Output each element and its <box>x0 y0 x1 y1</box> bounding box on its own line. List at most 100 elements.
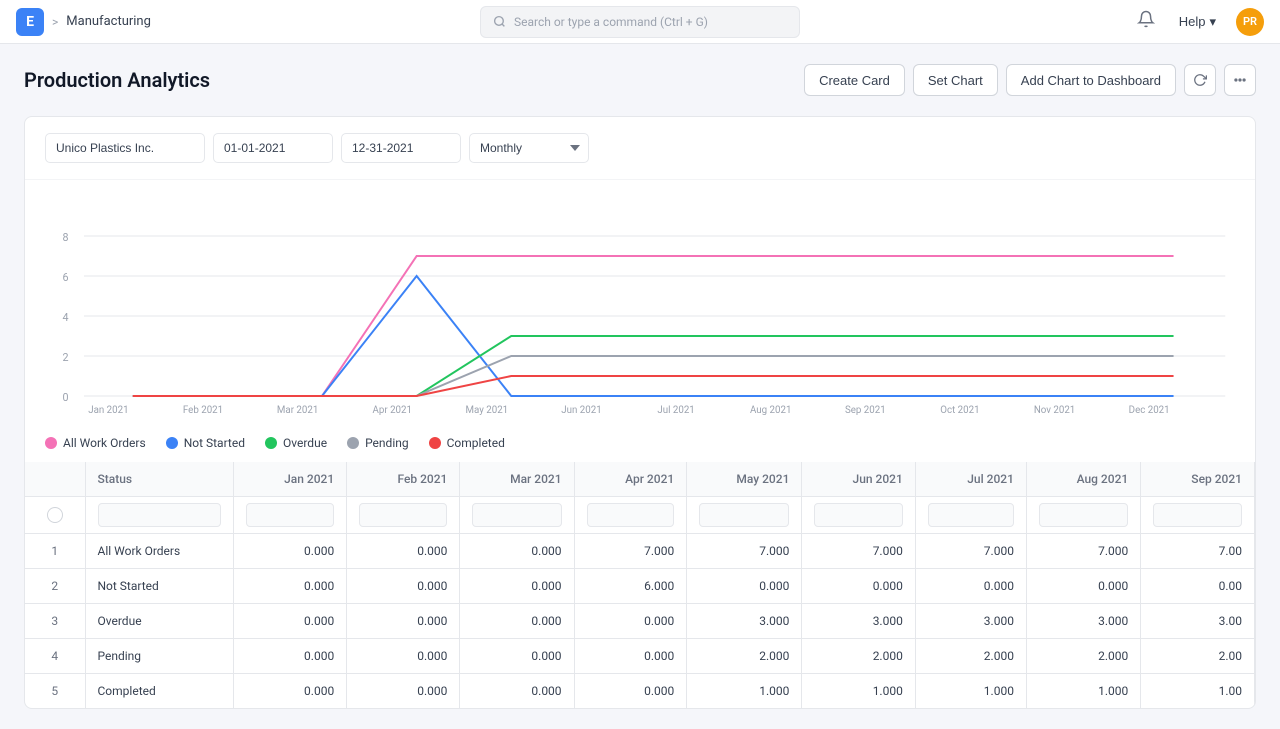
legend-all-work-orders: All Work Orders <box>45 436 146 450</box>
page-header: Production Analytics Create Card Set Cha… <box>24 64 1256 96</box>
search-box[interactable]: Search or type a command (Ctrl + G) <box>480 6 800 38</box>
refresh-icon <box>1193 73 1207 87</box>
help-label: Help <box>1179 14 1206 29</box>
col-aug: Aug 2021 <box>1026 462 1140 497</box>
row-value-4: 7.000 <box>687 534 802 569</box>
may-filter-input[interactable] <box>699 503 789 527</box>
filter-cell-jun[interactable] <box>802 497 915 534</box>
row-value-0: 0.000 <box>233 674 346 709</box>
more-options-button[interactable] <box>1224 64 1256 96</box>
row-value-7: 7.000 <box>1026 534 1140 569</box>
table-row: 5 Completed0.0000.0000.0000.0001.0001.00… <box>25 674 1255 709</box>
table-filter-row <box>25 497 1255 534</box>
row-value-1: 0.000 <box>347 604 460 639</box>
col-sep: Sep 2021 <box>1141 462 1255 497</box>
svg-text:Nov 2021: Nov 2021 <box>1034 405 1075 416</box>
row-value-6: 3.000 <box>915 604 1026 639</box>
col-mar: Mar 2021 <box>460 462 574 497</box>
topnav-right: Help ▾ PR <box>848 6 1264 37</box>
filter-cell-status[interactable] <box>85 497 233 534</box>
row-value-8: 7.00 <box>1141 534 1255 569</box>
from-date-filter[interactable] <box>213 133 333 163</box>
legend-dot-completed <box>429 437 441 449</box>
row-num: 2 <box>25 569 85 604</box>
filter-cell-sep[interactable] <box>1141 497 1255 534</box>
legend-pending: Pending <box>347 436 409 450</box>
app-icon[interactable]: E <box>16 8 44 36</box>
company-filter[interactable] <box>45 133 205 163</box>
row-value-2: 0.000 <box>460 674 574 709</box>
legend-label-pending: Pending <box>365 436 409 450</box>
svg-text:Mar 2021: Mar 2021 <box>277 405 318 416</box>
table-row: 4 Pending0.0000.0000.0000.0002.0002.0002… <box>25 639 1255 674</box>
svg-text:May 2021: May 2021 <box>466 405 509 416</box>
row-status: Pending <box>85 639 233 674</box>
row-value-2: 0.000 <box>460 569 574 604</box>
col-may: May 2021 <box>687 462 802 497</box>
topnav-left: E > Manufacturing <box>16 8 432 36</box>
set-chart-button[interactable]: Set Chart <box>913 64 998 96</box>
legend-dot-pending <box>347 437 359 449</box>
status-filter-input[interactable] <box>98 503 221 527</box>
aug-filter-input[interactable] <box>1039 503 1128 527</box>
to-date-filter[interactable] <box>341 133 461 163</box>
refresh-button[interactable] <box>1184 64 1216 96</box>
svg-text:Oct 2021: Oct 2021 <box>940 405 979 416</box>
legend-dot-all-work-orders <box>45 437 57 449</box>
row-value-2: 0.000 <box>460 639 574 674</box>
svg-text:Aug 2021: Aug 2021 <box>750 405 791 416</box>
filter-cell-may[interactable] <box>687 497 802 534</box>
add-chart-button[interactable]: Add Chart to Dashboard <box>1006 64 1176 96</box>
col-jul: Jul 2021 <box>915 462 1026 497</box>
breadcrumb-separator: > <box>52 15 58 29</box>
help-button[interactable]: Help ▾ <box>1171 10 1224 34</box>
row-value-5: 0.000 <box>802 569 915 604</box>
row-num: 3 <box>25 604 85 639</box>
row-value-6: 7.000 <box>915 534 1026 569</box>
svg-text:0: 0 <box>63 391 69 404</box>
row-value-0: 0.000 <box>233 604 346 639</box>
data-table: Status Jan 2021 Feb 2021 Mar 2021 Apr 20… <box>25 462 1255 708</box>
row-value-1: 0.000 <box>347 534 460 569</box>
period-filter[interactable]: Monthly Weekly Daily Yearly <box>469 133 589 163</box>
chart-svg: 0 2 4 6 8 <box>45 196 1235 416</box>
table-row: 2 Not Started0.0000.0000.0006.0000.0000.… <box>25 569 1255 604</box>
row-value-3: 6.000 <box>574 569 687 604</box>
row-value-4: 3.000 <box>687 604 802 639</box>
apr-filter-input[interactable] <box>587 503 675 527</box>
svg-text:8: 8 <box>63 231 69 244</box>
filter-cell-jul[interactable] <box>915 497 1026 534</box>
avatar[interactable]: PR <box>1236 8 1264 36</box>
feb-filter-input[interactable] <box>359 503 447 527</box>
legend-label-completed: Completed <box>447 436 505 450</box>
filter-cell-aug[interactable] <box>1026 497 1140 534</box>
filter-cell-apr[interactable] <box>574 497 687 534</box>
jan-filter-input[interactable] <box>246 503 334 527</box>
chart-legend: All Work Orders Not Started Overdue Pend… <box>25 428 1255 462</box>
row-value-5: 3.000 <box>802 604 915 639</box>
legend-label-all-work-orders: All Work Orders <box>63 436 146 450</box>
sep-filter-input[interactable] <box>1153 503 1242 527</box>
svg-text:Dec 2021: Dec 2021 <box>1129 405 1170 416</box>
page-actions: Create Card Set Chart Add Chart to Dashb… <box>804 64 1256 96</box>
filter-cell-jan[interactable] <box>233 497 346 534</box>
filter-cell-mar[interactable] <box>460 497 574 534</box>
svg-text:6: 6 <box>63 271 69 284</box>
jul-filter-input[interactable] <box>928 503 1014 527</box>
page-title: Production Analytics <box>24 68 210 92</box>
legend-completed: Completed <box>429 436 505 450</box>
notification-bell[interactable] <box>1133 6 1159 37</box>
row-value-8: 2.00 <box>1141 639 1255 674</box>
create-card-button[interactable]: Create Card <box>804 64 905 96</box>
col-apr: Apr 2021 <box>574 462 687 497</box>
legend-dot-overdue <box>265 437 277 449</box>
more-icon <box>1233 73 1247 87</box>
legend-label-not-started: Not Started <box>184 436 245 450</box>
svg-text:Apr 2021: Apr 2021 <box>373 405 412 416</box>
filter-cell-feb[interactable] <box>347 497 460 534</box>
row-value-6: 2.000 <box>915 639 1026 674</box>
chevron-down-icon: ▾ <box>1209 14 1216 30</box>
mar-filter-input[interactable] <box>472 503 561 527</box>
jun-filter-input[interactable] <box>814 503 902 527</box>
svg-text:Jun 2021: Jun 2021 <box>561 405 601 416</box>
